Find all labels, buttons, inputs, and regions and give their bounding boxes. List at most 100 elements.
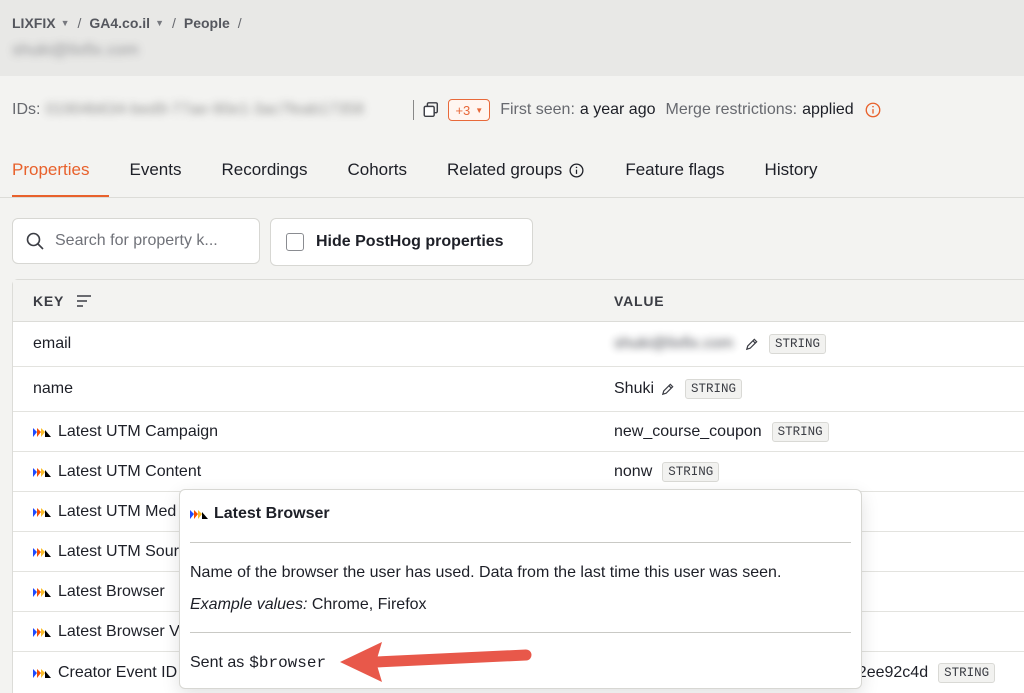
- divider: [190, 542, 851, 543]
- property-key-label: Latest Browser V: [58, 622, 180, 640]
- ids-value: 01904b634-bed9-77ae-90e1-3ac7feab17358: [45, 101, 364, 118]
- first-seen-label: First seen:: [500, 101, 575, 118]
- person-ids-row: IDs: 01904b634-bed9-77ae-90e1-3ac7feab17…: [12, 98, 882, 122]
- property-key-label: email: [33, 335, 72, 352]
- property-value: nonw STRING: [593, 461, 720, 482]
- sent-as-value: $browser: [249, 654, 327, 672]
- breadcrumb: LIXFIX ▼ / GA4.co.il ▼ / People /: [12, 15, 250, 31]
- breadcrumb-separator: /: [237, 15, 242, 31]
- property-key-label: Creator Event ID: [58, 663, 178, 681]
- tab-label: Feature flags: [625, 160, 725, 179]
- tab-label: Properties: [12, 160, 90, 179]
- column-key[interactable]: KEY: [13, 293, 593, 309]
- property-search[interactable]: [12, 218, 260, 264]
- property-value: shuki@lixfix.com STRING: [593, 334, 827, 354]
- tab-history[interactable]: History: [745, 148, 838, 197]
- breadcrumb-org[interactable]: LIXFIX ▼: [12, 15, 69, 31]
- column-key-label: KEY: [33, 292, 65, 309]
- more-ids-button[interactable]: +3 ▼: [448, 99, 491, 121]
- property-key-label: Latest UTM Campaign: [58, 422, 219, 440]
- tooltip-example: Example values: Chrome, Firefox: [190, 596, 427, 614]
- example-label: Example values:: [190, 596, 308, 613]
- tab-recordings[interactable]: Recordings: [201, 148, 327, 197]
- property-value: Shuki STRING: [593, 379, 743, 399]
- chevron-down-icon: ▼: [155, 18, 164, 28]
- posthog-logo-icon: [33, 547, 51, 557]
- tab-events[interactable]: Events: [109, 148, 201, 197]
- tooltip-description: Name of the browser the user has used. D…: [190, 564, 782, 581]
- tab-cohorts[interactable]: Cohorts: [327, 148, 427, 197]
- tab-label: History: [764, 160, 818, 179]
- breadcrumb-project-label: GA4.co.il: [89, 15, 151, 31]
- property-value-text: Shuki: [614, 380, 655, 397]
- type-badge: STRING: [769, 334, 827, 354]
- tab-label: Recordings: [221, 160, 308, 179]
- hide-posthog-checkbox[interactable]: [286, 233, 304, 251]
- tooltip-header: Latest Browser: [190, 505, 330, 523]
- posthog-logo-icon: [33, 467, 51, 477]
- search-input[interactable]: [55, 232, 245, 250]
- pencil-icon[interactable]: [744, 337, 759, 352]
- breadcrumb-people[interactable]: People: [184, 15, 230, 31]
- breadcrumb-org-label: LIXFIX: [12, 15, 56, 31]
- property-key: Latest UTM Campaign: [13, 423, 593, 441]
- tab-bar: Properties Events Recordings Cohorts Rel…: [0, 148, 1024, 198]
- copy-icon[interactable]: [422, 101, 440, 119]
- info-icon[interactable]: [864, 101, 882, 119]
- breadcrumb-separator: /: [171, 15, 176, 31]
- info-icon: [569, 163, 584, 178]
- property-value-text: new_course_coupon: [614, 422, 762, 440]
- tooltip-sent-as: Sent as $browser: [190, 654, 326, 672]
- posthog-logo-icon: [33, 427, 51, 437]
- table-row[interactable]: name Shuki STRING: [13, 367, 1024, 412]
- property-key: name: [13, 380, 593, 398]
- property-key-label: Latest Browser: [58, 582, 165, 600]
- posthog-logo-icon: [190, 510, 208, 519]
- type-badge: STRING: [771, 421, 829, 442]
- breadcrumb-separator: /: [77, 15, 82, 31]
- pencil-icon[interactable]: [660, 382, 675, 397]
- posthog-logo-icon: [33, 587, 51, 597]
- tab-label: Cohorts: [347, 160, 407, 179]
- posthog-logo-icon: [33, 627, 51, 637]
- divider: [190, 632, 851, 633]
- tab-label: Events: [129, 160, 182, 179]
- property-key-label: Latest UTM Med: [58, 502, 177, 520]
- type-badge: STRING: [685, 379, 743, 399]
- tab-feature-flags[interactable]: Feature flags: [605, 148, 744, 197]
- chevron-down-icon: ▼: [60, 18, 70, 28]
- property-key-label: name: [33, 380, 74, 397]
- property-key-label: Latest UTM Sour: [58, 542, 179, 560]
- divider: [413, 100, 415, 120]
- search-icon: [26, 232, 44, 250]
- sent-as-label: Sent as: [190, 654, 245, 671]
- tab-related-groups[interactable]: Related groups: [427, 148, 605, 197]
- property-key: email: [13, 335, 593, 353]
- type-badge: STRING: [938, 662, 996, 683]
- ids-label: IDs:: [12, 101, 41, 118]
- posthog-logo-icon: [33, 507, 51, 517]
- merge-restrictions-value: applied: [802, 101, 854, 118]
- breadcrumb-people-label: People: [183, 15, 230, 31]
- first-seen-value: a year ago: [579, 101, 656, 118]
- tooltip-title: Latest Browser: [214, 505, 330, 522]
- tab-properties[interactable]: Properties: [0, 148, 110, 197]
- breadcrumb-project[interactable]: GA4.co.il ▼: [89, 15, 164, 31]
- more-ids-label: +3: [455, 102, 471, 118]
- hide-posthog-toggle[interactable]: Hide PostHog properties: [270, 218, 533, 266]
- property-value-text: shuki@lixfix.com: [614, 335, 734, 352]
- table-header: KEY VALUE: [13, 280, 1024, 322]
- table-row[interactable]: email shuki@lixfix.com STRING: [13, 322, 1024, 367]
- header-bar: LIXFIX ▼ / GA4.co.il ▼ / People / shuki@…: [0, 0, 1024, 76]
- column-value: VALUE: [614, 292, 665, 309]
- chevron-down-icon: ▼: [475, 105, 484, 115]
- merge-restrictions-label: Merge restrictions:: [665, 101, 798, 118]
- page-title: shuki@lixfix.com: [12, 40, 139, 59]
- property-value-text: nonw: [614, 462, 653, 480]
- sort-icon[interactable]: [76, 294, 92, 308]
- property-key-label: Latest UTM Content: [58, 462, 202, 480]
- example-values: Chrome, Firefox: [311, 596, 427, 613]
- table-row[interactable]: Latest UTM Campaign new_course_coupon ST…: [13, 412, 1024, 452]
- property-key: Latest UTM Content: [13, 463, 593, 481]
- table-row[interactable]: Latest UTM Content nonw STRING: [13, 452, 1024, 492]
